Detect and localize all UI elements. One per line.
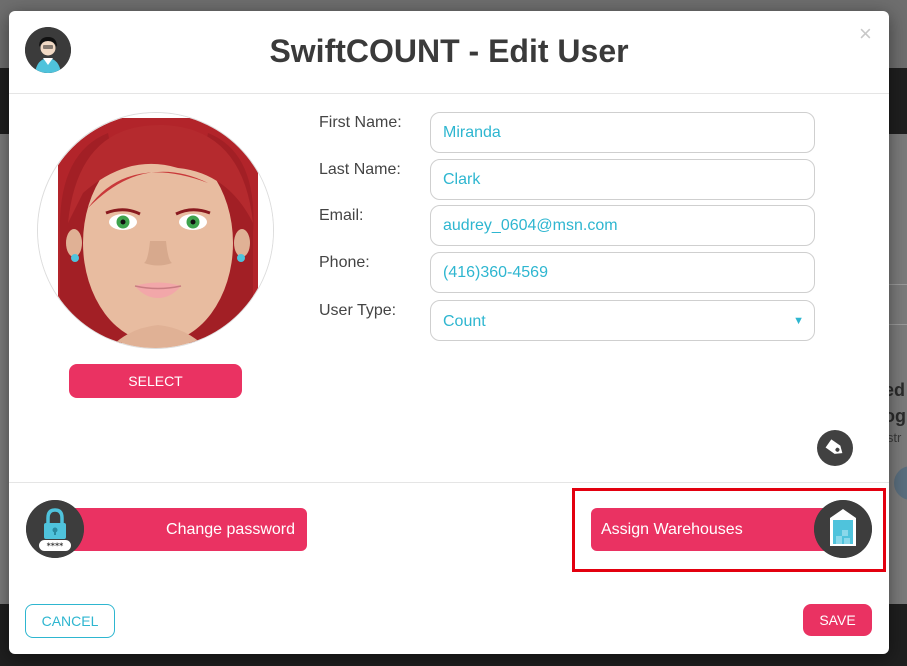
save-button[interactable]: SAVE bbox=[803, 604, 872, 636]
email-label: Email: bbox=[319, 207, 364, 224]
warehouse-icon[interactable] bbox=[814, 500, 872, 558]
last-name-field[interactable] bbox=[430, 159, 815, 200]
user-type-value: Count bbox=[443, 313, 486, 330]
lock-icon[interactable]: **** bbox=[26, 500, 84, 558]
select-photo-button[interactable]: SELECT bbox=[69, 364, 242, 398]
section-divider bbox=[9, 482, 889, 483]
chevron-down-icon: ▼ bbox=[793, 315, 804, 327]
tag-icon[interactable] bbox=[817, 430, 853, 466]
last-name-label: Last Name: bbox=[319, 161, 401, 178]
change-password-button[interactable]: Change password bbox=[55, 508, 307, 551]
first-name-field[interactable] bbox=[430, 112, 815, 153]
cancel-button[interactable]: CANCEL bbox=[25, 604, 115, 638]
modal-title: SwiftCOUNT - Edit User bbox=[269, 33, 629, 69]
background-avatar bbox=[894, 466, 907, 500]
phone-label: Phone: bbox=[319, 254, 370, 271]
password-mask: **** bbox=[47, 542, 65, 551]
user-type-select[interactable]: Count ▼ bbox=[430, 300, 815, 341]
email-field[interactable] bbox=[430, 205, 815, 246]
edit-user-modal: SwiftCOUNT - Edit User × SELECT First Na… bbox=[9, 11, 889, 654]
profile-photo bbox=[37, 112, 274, 349]
user-type-label: User Type: bbox=[319, 302, 397, 319]
modal-header: SwiftCOUNT - Edit User × bbox=[9, 11, 889, 94]
first-name-label: First Name: bbox=[319, 114, 402, 131]
assign-warehouses-button[interactable]: Assign Warehouses bbox=[591, 508, 835, 551]
phone-field[interactable] bbox=[430, 252, 815, 293]
close-icon[interactable]: × bbox=[859, 21, 872, 47]
